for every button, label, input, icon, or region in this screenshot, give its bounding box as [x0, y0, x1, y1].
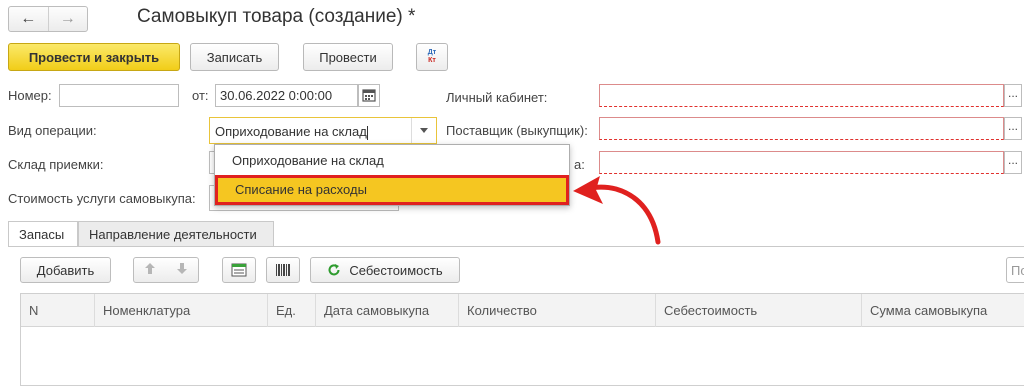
date-field[interactable]: 30.06.2022 0:00:00 — [215, 84, 358, 107]
third-field-select-button[interactable]: ... — [1004, 151, 1022, 174]
dt-kt-icon: Дт Кт — [427, 49, 437, 64]
dt-kt-postings-button[interactable]: Дт Кт — [416, 43, 448, 71]
move-buttons — [133, 257, 199, 283]
back-arrow-icon[interactable]: ← — [9, 7, 48, 31]
supplier-label: Поставщик (выкупщик): — [446, 123, 588, 138]
page-title: Самовыкуп товара (создание) * — [137, 6, 416, 27]
move-up-icon[interactable] — [144, 262, 156, 278]
forward-arrow-icon[interactable]: → — [47, 7, 88, 31]
barcode-button[interactable] — [266, 257, 300, 283]
column-purchase-date[interactable]: Дата самовыкупа — [316, 294, 459, 327]
column-unit[interactable]: Ед. — [268, 294, 316, 327]
column-n[interactable]: N — [21, 294, 95, 327]
refresh-icon — [328, 264, 340, 276]
table-header: N Номенклатура Ед. Дата самовыкупа Колич… — [21, 294, 1024, 327]
dropdown-option-write-off-expenses[interactable]: Списание на расходы — [215, 175, 569, 205]
column-quantity[interactable]: Количество — [459, 294, 656, 327]
inventory-table: N Номенклатура Ед. Дата самовыкупа Колич… — [20, 293, 1024, 386]
number-field[interactable] — [59, 84, 179, 107]
table-search-input[interactable]: По — [1006, 257, 1024, 283]
personal-cabinet-label: Личный кабинет: — [446, 90, 548, 105]
chevron-down-icon — [420, 128, 428, 133]
operation-type-select[interactable]: Оприходование на склад — [209, 117, 437, 144]
date-from-label: от: — [192, 88, 209, 103]
tab-divider — [8, 246, 1024, 247]
fill-button[interactable] — [222, 257, 256, 283]
column-purchase-amount[interactable]: Сумма самовыкупа — [862, 294, 1024, 327]
operation-type-label: Вид операции: — [8, 123, 97, 138]
column-nomenclature[interactable]: Номенклатура — [95, 294, 268, 327]
post-and-close-button[interactable]: Провести и закрыть — [8, 43, 180, 71]
supplier-field[interactable] — [599, 117, 1004, 140]
post-button[interactable]: Провести — [303, 43, 393, 71]
operation-type-value: Оприходование на склад — [215, 124, 367, 139]
cost-price-label: Себестоимость — [349, 262, 443, 278]
service-cost-label: Стоимость услуги самовыкупа: — [8, 191, 196, 206]
dropdown-option-receive-to-warehouse[interactable]: Оприходование на склад — [215, 146, 569, 174]
move-down-icon[interactable] — [176, 262, 188, 278]
personal-cabinet-field[interactable] — [599, 84, 1004, 107]
barcode-icon — [276, 264, 290, 276]
supplier-select-button[interactable]: ... — [1004, 117, 1022, 140]
add-button[interactable]: Добавить — [20, 257, 111, 283]
operation-type-dropdown: Оприходование на склад Списание на расхо… — [214, 144, 570, 206]
save-button[interactable]: Записать — [190, 43, 279, 71]
navigation-buttons: ← → — [8, 6, 88, 32]
calendar-button[interactable] — [358, 84, 380, 107]
dropdown-toggle[interactable] — [411, 118, 436, 143]
cost-price-button[interactable]: Себестоимость — [310, 257, 460, 283]
annotation-arrow-icon — [573, 176, 661, 245]
column-cost-price[interactable]: Себестоимость — [656, 294, 862, 327]
warehouse-label: Склад приемки: — [8, 157, 104, 172]
tab-inventory[interactable]: Запасы — [8, 221, 78, 247]
calendar-icon — [362, 89, 376, 102]
number-label: Номер: — [8, 88, 52, 103]
personal-cabinet-select-button[interactable]: ... — [1004, 84, 1022, 107]
tab-business-direction[interactable]: Направление деятельности — [78, 221, 274, 247]
fill-table-icon — [231, 263, 247, 277]
